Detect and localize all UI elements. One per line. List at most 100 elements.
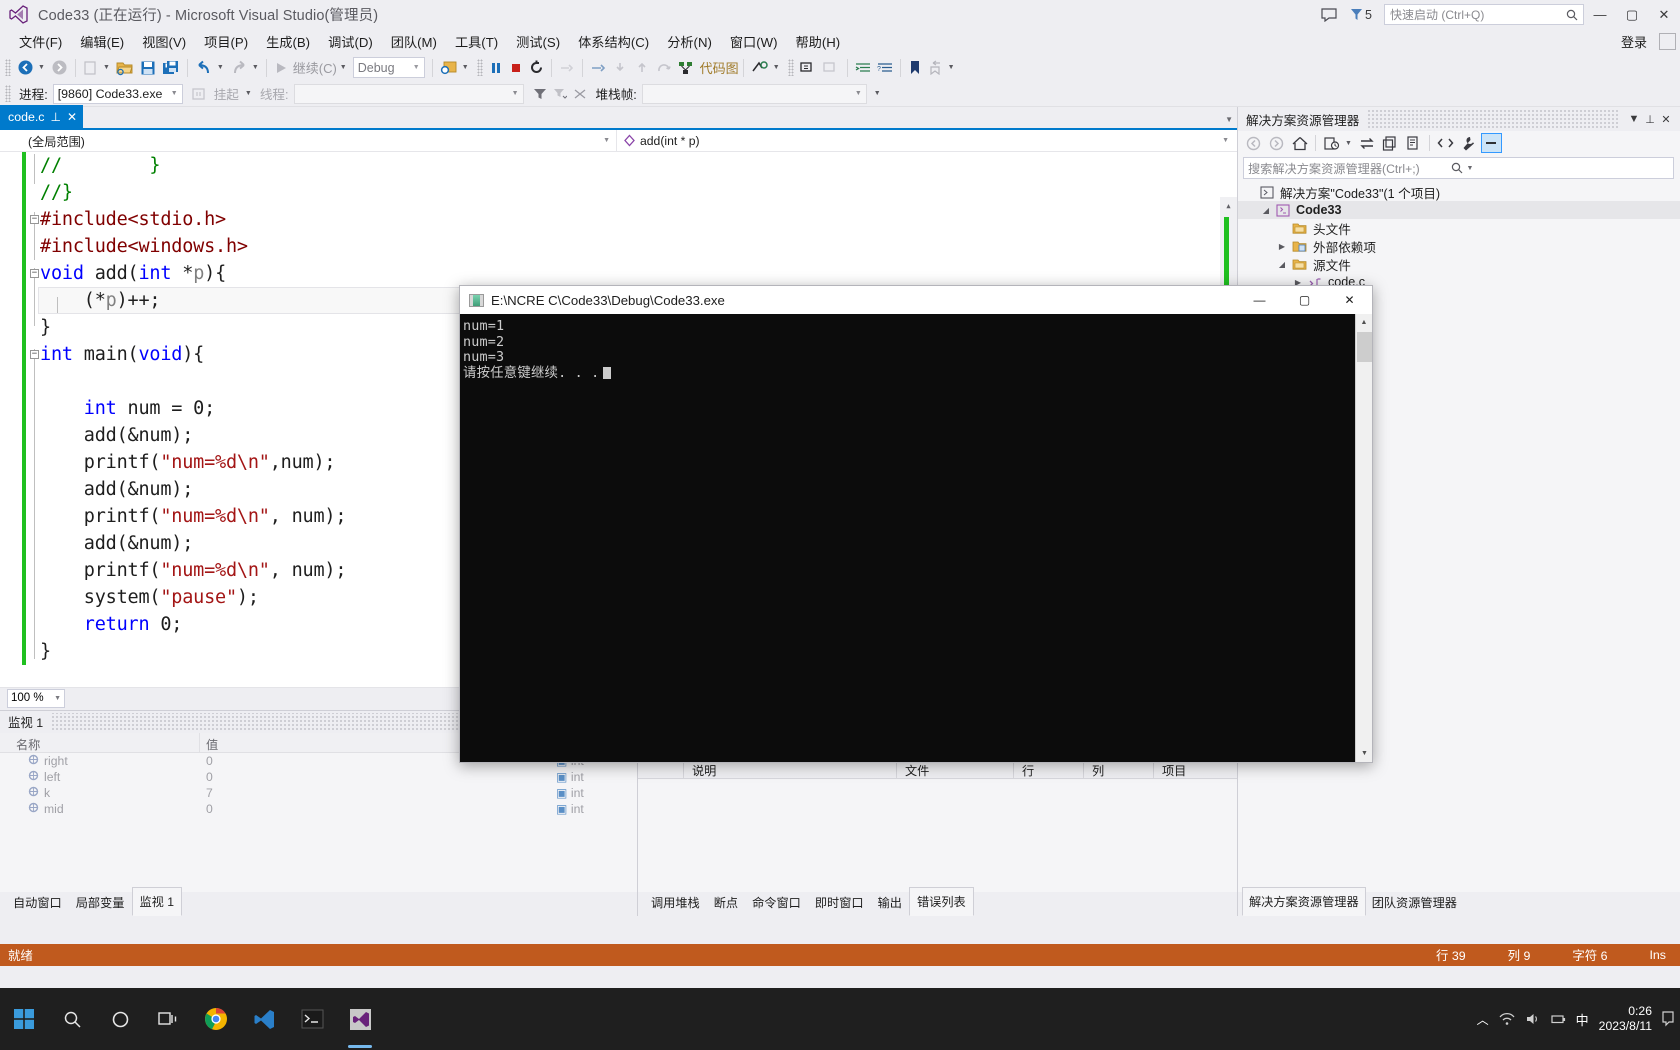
sign-in-link[interactable]: 登录 <box>1621 32 1651 51</box>
task-view-icon[interactable] <box>144 988 192 1050</box>
tree-expander-icon[interactable]: ◢ <box>1276 260 1288 269</box>
menu-view[interactable]: 视图(V) <box>133 29 195 54</box>
scroll-down-arrow-icon[interactable]: ▼ <box>1356 745 1373 762</box>
fold-toggle-icon[interactable]: − <box>30 215 39 224</box>
break-all-button[interactable] <box>486 56 506 79</box>
uncomment-selection-icon[interactable] <box>820 56 843 79</box>
taskbar-terminal-icon[interactable] <box>288 988 336 1050</box>
tab-team-explorer[interactable]: 团队资源管理器 <box>1366 889 1463 916</box>
save-file-icon[interactable] <box>137 56 159 79</box>
increase-indent-icon[interactable] <box>852 56 874 79</box>
solution-tree-node[interactable]: ◢ Code33 <box>1238 201 1680 219</box>
toolbar-grip[interactable] <box>5 59 11 76</box>
toolbar-overflow-1[interactable]: ▼ <box>461 64 472 71</box>
notification-center-icon[interactable] <box>1662 1009 1674 1029</box>
new-project-icon[interactable] <box>80 56 102 79</box>
decrease-indent-icon[interactable]: ? <box>874 56 896 79</box>
fold-toggle-icon[interactable]: − <box>30 350 39 359</box>
ime-indicator[interactable]: 中 <box>1576 1010 1589 1029</box>
close-button[interactable]: ✕ <box>1648 0 1680 29</box>
tab-output[interactable]: 输出 <box>871 889 909 916</box>
notification-box-icon[interactable] <box>1659 33 1676 50</box>
close-icon[interactable]: ✕ <box>67 111 77 123</box>
watch-column-name[interactable]: 名称 <box>0 733 200 752</box>
console-minimize-button[interactable]: — <box>1237 286 1282 314</box>
navigate-backward-button[interactable] <box>14 56 37 79</box>
taskbar-visual-studio-icon[interactable] <box>336 988 384 1050</box>
tab-autos[interactable]: 自动窗口 <box>6 889 69 916</box>
scope-combo[interactable]: (全局范围) ▼ <box>0 130 617 151</box>
menu-window[interactable]: 窗口(W) <box>721 29 787 54</box>
sync-with-active-document-icon[interactable] <box>1357 133 1378 153</box>
intellitrace-dropdown[interactable]: ▼ <box>772 64 783 71</box>
pin-icon[interactable]: ⊥ <box>1642 109 1658 129</box>
tab-immediate-window[interactable]: 即时窗口 <box>808 889 871 916</box>
minimize-button[interactable]: — <box>1584 0 1616 29</box>
search-options-dropdown[interactable]: ▼ <box>1463 165 1670 172</box>
step-into-icon[interactable] <box>609 56 631 79</box>
pending-changes-icon[interactable] <box>1321 133 1342 153</box>
pane-drag-dots[interactable] <box>1367 110 1618 128</box>
properties-icon[interactable] <box>1458 133 1479 153</box>
continue-dropdown[interactable]: ▼ <box>339 64 350 71</box>
collapse-all-icon[interactable] <box>1480 133 1502 153</box>
tray-expand-icon[interactable]: ︿ <box>1477 1011 1489 1028</box>
menu-analyze[interactable]: 分析(N) <box>658 29 721 54</box>
open-file-icon[interactable] <box>113 56 137 79</box>
tab-locals[interactable]: 局部变量 <box>69 889 132 916</box>
volume-icon[interactable] <box>1525 1012 1541 1026</box>
suspend-icon[interactable] <box>189 82 209 105</box>
tree-expander-icon[interactable]: ◢ <box>1260 206 1272 215</box>
menu-file[interactable]: 文件(F) <box>10 29 71 54</box>
debug-location-grip[interactable] <box>5 85 11 102</box>
menu-tools[interactable]: 工具(T) <box>446 29 507 54</box>
refresh-icon[interactable] <box>1380 133 1401 153</box>
stackframe-combo[interactable]: ▼ <box>641 83 867 104</box>
pending-changes-dropdown[interactable]: ▼ <box>1344 140 1355 147</box>
fold-toggle-icon[interactable]: − <box>30 269 39 278</box>
code-map-icon[interactable] <box>675 56 697 79</box>
continue-button[interactable] <box>271 56 291 79</box>
step-over-icon[interactable] <box>587 56 609 79</box>
watch-row[interactable]: mid 0 ▣ int <box>0 801 637 817</box>
undo-dropdown[interactable]: ▼ <box>216 64 227 71</box>
show-next-statement-icon[interactable] <box>556 56 578 79</box>
menu-help[interactable]: 帮助(H) <box>786 29 849 54</box>
undo-icon[interactable] <box>192 56 216 79</box>
watch-row[interactable]: left 0 ▣ int <box>0 769 637 785</box>
scroll-up-arrow-icon[interactable]: ▲ <box>1220 197 1237 214</box>
step-next-icon[interactable] <box>653 56 675 79</box>
tree-expander-icon[interactable]: ▶ <box>1276 242 1288 251</box>
tab-list-dropdown-icon[interactable]: ▼ <box>1225 115 1233 124</box>
filter-dropdown-icon[interactable] <box>550 82 570 105</box>
intellitrace-icon[interactable] <box>748 56 772 79</box>
toolbar-grip-2[interactable] <box>476 59 483 76</box>
zoom-level-combo[interactable]: 100 % ▼ <box>7 688 65 708</box>
restore-button[interactable]: ▢ <box>1616 0 1648 29</box>
solution-tree-node[interactable]: 解决方案"Code33"(1 个项目) <box>1238 183 1680 201</box>
solution-tree-node[interactable]: ◢ 源文件 <box>1238 255 1680 273</box>
menu-edit[interactable]: 编辑(E) <box>71 29 133 54</box>
solution-tree-node[interactable]: ▶ 外部依赖项 <box>1238 237 1680 255</box>
tab-watch-1[interactable]: 监视 1 <box>131 887 183 916</box>
start-button[interactable] <box>0 988 48 1050</box>
taskbar-clock[interactable]: 0:26 2023/8/11 <box>1599 1004 1652 1034</box>
menu-debug[interactable]: 调试(D) <box>319 29 382 54</box>
tab-solution-explorer[interactable]: 解决方案资源管理器 <box>1242 887 1366 916</box>
scroll-up-arrow-icon[interactable]: ▲ <box>1356 314 1372 331</box>
menu-architecture[interactable]: 体系结构(C) <box>569 29 658 54</box>
tab-error-list[interactable]: 错误列表 <box>909 887 974 916</box>
pin-icon[interactable]: ⊥ <box>51 111 61 123</box>
solution-tree-node[interactable]: 头文件 <box>1238 219 1680 237</box>
stop-debugging-button[interactable] <box>506 56 526 79</box>
toolbar-overflow-2[interactable]: ▼ <box>947 64 958 71</box>
scrollbar-thumb[interactable] <box>1357 332 1372 362</box>
taskbar-chrome-icon[interactable] <box>192 988 240 1050</box>
tab-code-c[interactable]: code.c ⊥ ✕ <box>0 105 84 128</box>
menu-team[interactable]: 团队(M) <box>382 29 446 54</box>
taskbar-vscode-icon[interactable] <box>240 988 288 1050</box>
solution-configuration-combo[interactable]: Debug ▼ <box>352 57 425 78</box>
close-icon[interactable]: ✕ <box>1658 109 1674 129</box>
toolbar-grip-3[interactable] <box>787 59 794 76</box>
new-project-dropdown[interactable]: ▼ <box>102 64 113 71</box>
